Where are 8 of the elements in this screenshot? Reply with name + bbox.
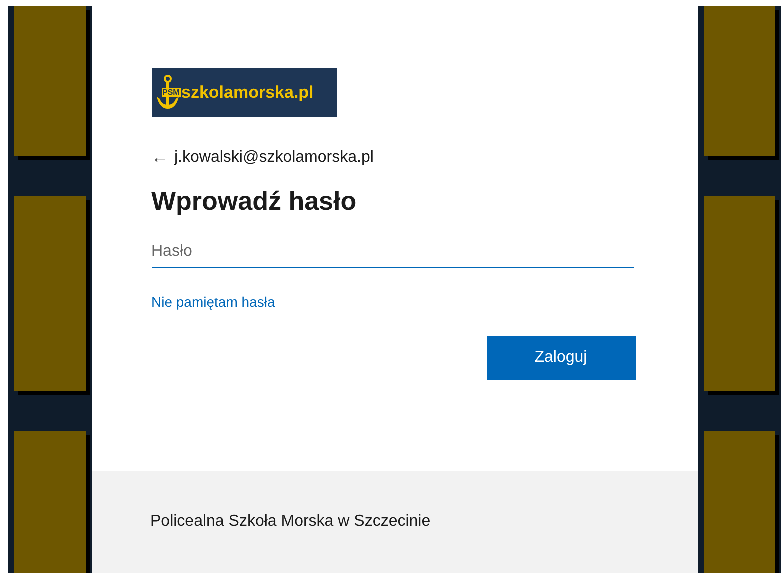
page-title: Wprowadź hasło <box>152 186 358 216</box>
back-button[interactable]: ← <box>152 148 168 168</box>
account-email: j.kowalski@szkolamorska.pl <box>174 148 374 166</box>
logo-badge: PSM <box>162 88 181 97</box>
footer-text: Policealna Szkoła Morska w Szczecinie <box>150 513 431 531</box>
forgot-password-link[interactable]: Nie pamiętam hasła <box>152 294 276 310</box>
sign-in-button[interactable]: Zaloguj <box>486 336 636 380</box>
logo-text: szkolamorska.pl <box>182 82 314 102</box>
